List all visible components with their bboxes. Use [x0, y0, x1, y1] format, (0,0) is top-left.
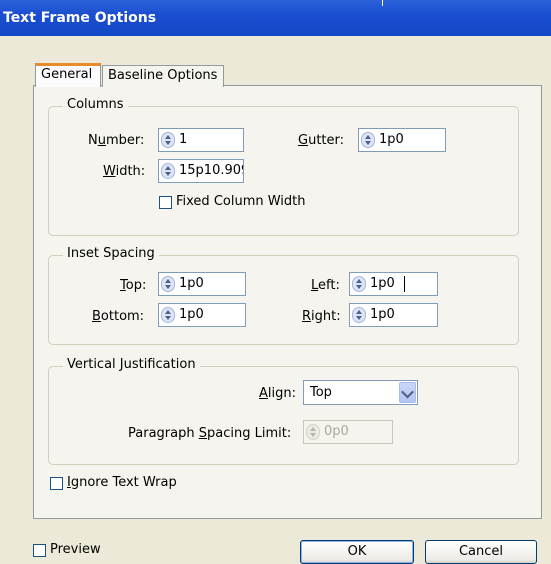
right-spin-arrows-icon[interactable] [352, 307, 366, 323]
tab-baseline-options[interactable]: Baseline Options [102, 65, 224, 87]
left-value: 1p0 [370, 276, 395, 291]
width-value: 15p10.909 [179, 163, 244, 178]
align-label: Align: [259, 386, 297, 401]
bottom-label: Bottom: [92, 309, 145, 324]
text-caret [404, 276, 405, 292]
fixed-column-width-label: Fixed Column Width [176, 194, 306, 209]
gutter-label: Gutter: [298, 133, 345, 148]
width-label: Width: [103, 164, 146, 179]
window-title: Text Frame Options [3, 10, 157, 26]
chevron-down-icon[interactable] [399, 382, 416, 403]
gutter-stepper[interactable]: 1p0 [358, 128, 446, 152]
tab-general[interactable]: General [35, 63, 101, 87]
number-label: Number: [88, 133, 145, 148]
right-stepper[interactable]: 1p0 [349, 303, 438, 327]
ok-button[interactable]: OK [300, 540, 414, 564]
align-select[interactable]: Top [303, 380, 418, 405]
gutter-spin-arrows-icon[interactable] [361, 132, 375, 148]
vertical-justification-group-title: Vertical Justification [63, 357, 200, 372]
bottom-value: 1p0 [179, 307, 204, 322]
paragraph-spacing-spin-arrows-icon [306, 424, 320, 440]
number-stepper[interactable]: 1 [158, 128, 244, 152]
number-spin-arrows-icon[interactable] [161, 132, 175, 148]
paragraph-spacing-limit-label: Paragraph Spacing Limit: [128, 426, 292, 441]
bottom-spin-arrows-icon[interactable] [161, 307, 175, 323]
preview-checkbox[interactable] [33, 544, 46, 557]
vertical-justification-group [48, 366, 519, 465]
width-stepper[interactable]: 15p10.909 [158, 159, 244, 183]
left-label: Left: [311, 278, 340, 293]
title-bar[interactable]: Text Frame Options [0, 0, 551, 36]
width-spin-arrows-icon[interactable] [161, 163, 175, 179]
number-value: 1 [179, 132, 188, 147]
left-spin-arrows-icon[interactable] [352, 276, 366, 292]
cancel-button[interactable]: Cancel [425, 540, 537, 564]
top-value: 1p0 [179, 276, 204, 291]
top-spin-arrows-icon[interactable] [161, 276, 175, 292]
ignore-text-wrap-label: Ignore Text Wrap [67, 475, 177, 490]
gutter-value: 1p0 [379, 132, 404, 147]
preview-label: Preview [50, 542, 101, 557]
paragraph-spacing-limit-stepper[interactable]: 0p0 [303, 420, 393, 444]
right-label: Right: [302, 309, 341, 324]
fixed-column-width-checkbox[interactable] [159, 196, 172, 209]
window-edge [382, 0, 383, 6]
inset-spacing-group-title: Inset Spacing [63, 246, 159, 261]
tab-baseline-options-label: Baseline Options [108, 68, 218, 83]
paragraph-spacing-limit-value: 0p0 [324, 424, 349, 439]
left-stepper[interactable]: 1p0 [349, 272, 438, 296]
columns-group-title: Columns [63, 97, 128, 112]
right-value: 1p0 [370, 307, 395, 322]
inset-spacing-group [48, 255, 519, 345]
tab-general-label: General [41, 67, 93, 82]
top-stepper[interactable]: 1p0 [158, 272, 246, 296]
ignore-text-wrap-checkbox[interactable] [50, 477, 63, 490]
align-value: Top [310, 385, 332, 400]
top-label: Top: [120, 278, 147, 293]
bottom-stepper[interactable]: 1p0 [158, 303, 246, 327]
